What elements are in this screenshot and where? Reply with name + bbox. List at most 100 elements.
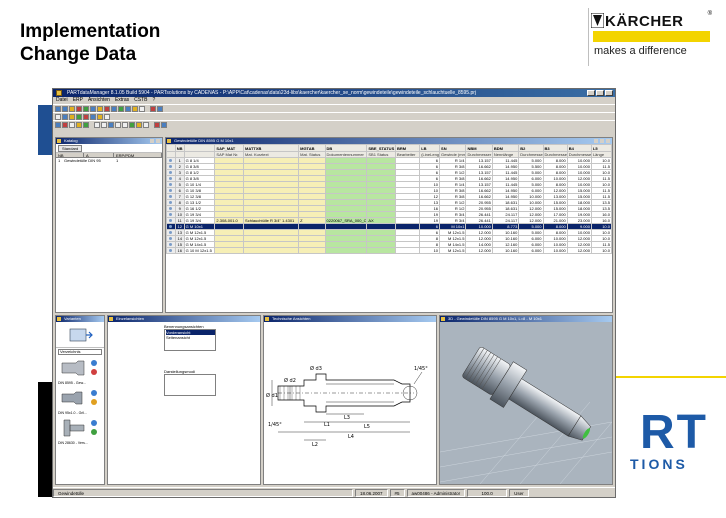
table-cell[interactable]: M 12x1.5 <box>439 247 467 254</box>
table-cell[interactable]: 10.160 <box>491 247 520 254</box>
toolbar-icon[interactable] <box>55 121 61 128</box>
toolbar-icon[interactable] <box>62 121 68 128</box>
toolbar-icon[interactable] <box>69 113 75 120</box>
column-header[interactable]: B2 <box>518 144 544 152</box>
column-header[interactable] <box>166 144 176 152</box>
toolbar-icon[interactable] <box>69 121 75 128</box>
column-header[interactable]: B4 <box>566 144 592 152</box>
toolbar-icon[interactable] <box>143 121 149 128</box>
table-cell[interactable]: 10.000 <box>542 247 568 254</box>
menu-help[interactable]: ? <box>152 97 155 104</box>
toolbar-icon[interactable] <box>136 121 142 128</box>
column-header[interactable]: NB <box>174 144 185 152</box>
toolbar-icon[interactable] <box>154 121 160 128</box>
toolbar-icon[interactable] <box>111 105 117 112</box>
mode-listbox[interactable] <box>164 374 216 396</box>
column-header[interactable]: BRM <box>394 144 421 152</box>
tree-col-erp[interactable]: ERP/PDM <box>114 153 162 158</box>
toolbar-icon[interactable] <box>104 113 110 120</box>
table-cell[interactable]: 10.0 <box>590 247 612 254</box>
column-header[interactable]: B3 <box>542 144 568 152</box>
toolbar-icon[interactable] <box>129 121 135 128</box>
toolbar-icon[interactable] <box>69 105 75 112</box>
pane-maximize-icon[interactable] <box>150 139 154 143</box>
pane-titlebar[interactable]: 3D - Gewindetülle DIN 8595 G M 10x1, L=8… <box>440 316 612 322</box>
menu-cstb[interactable]: CSTB <box>134 97 147 104</box>
pane-close-icon[interactable] <box>606 139 610 143</box>
toolbar-icon[interactable] <box>118 105 124 112</box>
toolbar-icon[interactable] <box>55 113 61 120</box>
pane-titlebar[interactable]: Katalog <box>56 138 162 144</box>
minimize-button[interactable] <box>587 90 595 96</box>
menu-view[interactable]: Ansichten <box>88 97 110 104</box>
toolbar-icon[interactable] <box>115 121 121 128</box>
pane-maximize-icon[interactable] <box>600 139 604 143</box>
table-cell[interactable] <box>214 247 245 254</box>
standard-button[interactable]: Standard <box>58 145 83 152</box>
toolbar-icon[interactable] <box>76 121 82 128</box>
menu-extras[interactable]: Extras <box>115 97 129 104</box>
toolbar-icon[interactable] <box>161 121 167 128</box>
pane-titlebar[interactable]: Gewindetülle DIN 8595 G M 10x1 <box>166 138 612 144</box>
tree-row[interactable]: 1 Gewindetülle DIN 95 1 <box>56 158 162 163</box>
table-cell[interactable]: 10 <box>419 247 441 254</box>
column-header[interactable]: SN <box>439 144 467 152</box>
column-header[interactable]: SBE_STATUS <box>366 144 396 152</box>
toolbar-icon[interactable] <box>139 105 145 112</box>
table-cell[interactable] <box>324 247 368 254</box>
pane-minimize-icon[interactable] <box>594 139 598 143</box>
table-cell[interactable]: 0220067_SRA_000_CB <box>324 217 368 224</box>
toolbar-icon[interactable] <box>62 113 68 120</box>
toolbar-icon[interactable] <box>83 113 89 120</box>
table-cell[interactable]: 6.000 <box>518 247 544 254</box>
toolbar-icon[interactable] <box>97 105 103 112</box>
toolbar-icon[interactable] <box>83 105 89 112</box>
toolbar-icon[interactable] <box>122 121 128 128</box>
table-cell[interactable]: Schlauchtülle R 3/4" 1.4301 <box>243 217 300 224</box>
pane-titlebar[interactable]: Technische Ansichten <box>264 316 436 322</box>
toolbar-icon[interactable] <box>90 105 96 112</box>
directory-select[interactable]: Verzeichnis <box>58 349 102 355</box>
column-header[interactable]: MATTXB <box>243 144 300 152</box>
variant-thumbnail[interactable]: DIN 8595 - Gew... <box>58 357 102 385</box>
toolbar-icon[interactable] <box>150 105 156 112</box>
column-header[interactable]: MGTAB <box>298 144 326 152</box>
column-header[interactable] <box>183 144 216 152</box>
column-header[interactable]: SAP_MAT <box>214 144 245 152</box>
toolbar-icon[interactable] <box>62 105 68 112</box>
views-list-item[interactable]: Seitenansicht <box>166 335 215 340</box>
toolbar-icon[interactable] <box>90 113 96 120</box>
column-header[interactable]: LB <box>419 144 441 152</box>
table-cell[interactable]: G 10 M 12x1.5 <box>183 247 216 254</box>
close-button[interactable] <box>605 90 613 96</box>
menu-erp[interactable]: ERP <box>73 97 83 104</box>
table-cell[interactable] <box>366 247 396 254</box>
table-cell[interactable]: 16 <box>174 247 185 254</box>
table-cell[interactable] <box>243 247 300 254</box>
toolbar-icon[interactable] <box>83 121 89 128</box>
toolbar-icon[interactable] <box>97 113 103 120</box>
toolbar-icon[interactable] <box>132 105 138 112</box>
variant-thumbnail[interactable]: DIN 95x1.0 - Gril... <box>58 387 102 415</box>
toolbar-icon[interactable] <box>108 121 114 128</box>
toolbar-icon[interactable] <box>55 105 61 112</box>
tree-col-nb[interactable]: NB <box>56 153 84 158</box>
table-cell[interactable] <box>298 247 326 254</box>
row-indicator-icon[interactable] <box>166 247 176 254</box>
column-header[interactable]: BDM <box>491 144 520 152</box>
table-cell[interactable]: 12.000 <box>566 247 592 254</box>
toolbar-icon[interactable] <box>94 121 100 128</box>
toolbar-icon[interactable] <box>76 105 82 112</box>
toolbar-icon[interactable] <box>76 113 82 120</box>
column-header[interactable]: NBM <box>465 144 493 152</box>
window-titlebar[interactable]: PARTdataManager 8.1.05 Build 5904 - PART… <box>53 89 615 97</box>
pane-close-icon[interactable] <box>156 139 160 143</box>
table-cell[interactable] <box>394 247 421 254</box>
variant-thumbnail[interactable]: DIN 28630 - Vers... <box>58 417 102 445</box>
column-header[interactable]: DB <box>324 144 368 152</box>
table-row[interactable]: 16 G 10 M 12x1.5 10 M 12x1.5 12.000 10.160 6.0… <box>166 247 612 254</box>
views-listbox[interactable]: Vorderansicht Seitenansicht <box>164 329 216 351</box>
toolbar-icon[interactable] <box>125 105 131 112</box>
toolbar-icon[interactable] <box>101 121 107 128</box>
tree-col-a[interactable]: A <box>84 153 114 158</box>
